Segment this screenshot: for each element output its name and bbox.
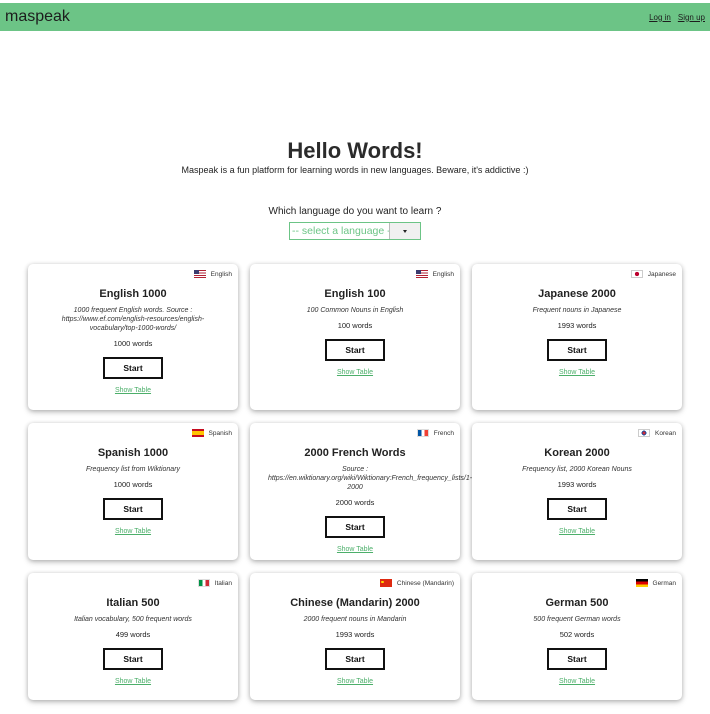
france-flag-icon — [416, 429, 429, 437]
start-button[interactable]: Start — [103, 648, 163, 670]
card-description: Italian vocabulary, 500 frequent words — [74, 616, 192, 623]
card-description: 1000 frequent English words. Source : ht… — [61, 307, 205, 332]
show-table-link[interactable]: Show Table — [559, 528, 595, 535]
card-language: Japanese — [630, 270, 676, 278]
card-description: Source : https://en.wiktionary.org/wiki/… — [268, 466, 473, 491]
germany-flag-icon — [635, 579, 648, 587]
card-word-count: 1993 words — [335, 630, 375, 639]
deck-card-korean-2000: Korean Korean 2000 Frequency list, 2000 … — [472, 423, 682, 560]
chevron-down-icon — [403, 229, 407, 233]
card-description: Frequency list from Wiktionary — [85, 466, 181, 473]
card-title: Chinese (Mandarin) 2000 — [290, 597, 420, 609]
card-word-count: 1000 words — [113, 339, 153, 348]
card-language-label: English — [432, 270, 454, 278]
card-word-count: 2000 words — [335, 498, 375, 507]
show-table-link[interactable]: Show Table — [559, 369, 595, 376]
card-description: 100 Common Nouns in English — [306, 307, 404, 314]
deck-card-german-500: German German 500 500 frequent German wo… — [472, 573, 682, 700]
signup-link[interactable]: Sign up — [678, 13, 705, 22]
card-language: Spanish — [191, 429, 233, 437]
start-button[interactable]: Start — [547, 648, 607, 670]
card-word-count: 1993 words — [557, 480, 597, 489]
nav-links: Log in Sign up — [649, 13, 705, 22]
card-word-count: 499 words — [115, 630, 151, 639]
japan-flag-icon — [630, 270, 643, 278]
card-description: 500 frequent German words — [533, 616, 621, 623]
show-table-link[interactable]: Show Table — [337, 369, 373, 376]
deck-card-italian-500: Italian Italian 500 Italian vocabulary, … — [28, 573, 238, 700]
page-title: Hello Words! — [287, 138, 423, 163]
card-language-label: Spanish — [208, 429, 233, 437]
card-language-label: Italian — [214, 579, 232, 587]
show-table-link[interactable]: Show Table — [115, 528, 151, 535]
card-word-count: 1000 words — [113, 480, 153, 489]
card-title: English 100 — [324, 288, 386, 300]
start-button[interactable]: Start — [325, 516, 385, 538]
card-word-count: 502 words — [559, 630, 595, 639]
card-description: Frequent nouns in Japanese — [532, 307, 622, 314]
card-description: Frequency list, 2000 Korean Nouns — [522, 466, 632, 473]
deck-card-english-1000: English English 1000 1000 frequent Engli… — [28, 264, 238, 410]
korea-flag-icon — [638, 429, 651, 437]
card-title: Spanish 1000 — [97, 447, 169, 459]
start-button[interactable]: Start — [325, 648, 385, 670]
card-language: Korean — [638, 429, 676, 437]
start-button[interactable]: Start — [547, 339, 607, 361]
card-language-label: English — [210, 270, 232, 278]
show-table-link[interactable]: Show Table — [337, 546, 373, 553]
page-subtitle: Maspeak is a fun platform for learning w… — [181, 165, 529, 175]
card-word-count: 1993 words — [557, 321, 597, 330]
spain-flag-icon — [191, 429, 204, 437]
start-button[interactable]: Start — [325, 339, 385, 361]
italy-flag-icon — [197, 579, 210, 587]
card-title: German 500 — [545, 597, 609, 609]
card-description: 2000 frequent nouns in Mandarin — [303, 616, 407, 623]
card-language-label: Japanese — [647, 270, 676, 278]
card-language: English — [193, 270, 232, 278]
show-table-link[interactable]: Show Table — [115, 387, 151, 394]
card-language-label: German — [652, 579, 676, 587]
show-table-link[interactable]: Show Table — [115, 678, 151, 685]
card-language: Chinese (Mandarin) — [379, 579, 454, 587]
card-title: Italian 500 — [106, 597, 160, 609]
show-table-link[interactable]: Show Table — [337, 678, 373, 685]
us-flag-icon — [193, 270, 206, 278]
start-button[interactable]: Start — [103, 357, 163, 379]
deck-card-chinese-2000: Chinese (Mandarin) Chinese (Mandarin) 20… — [250, 573, 460, 700]
language-select[interactable]: -- select a language -- — [289, 222, 421, 240]
login-link[interactable]: Log in — [649, 13, 671, 22]
card-language-label: Chinese (Mandarin) — [396, 579, 454, 587]
card-word-count: 100 words — [337, 321, 373, 330]
card-language: French — [416, 429, 454, 437]
start-button[interactable]: Start — [103, 498, 163, 520]
deck-card-japanese-2000: Japanese Japanese 2000 Frequent nouns in… — [472, 264, 682, 410]
language-select-value: -- select a language -- — [292, 225, 389, 237]
show-table-link[interactable]: Show Table — [559, 678, 595, 685]
card-title: Japanese 2000 — [538, 288, 616, 300]
card-title: Korean 2000 — [544, 447, 610, 459]
navbar: maspeak Log in Sign up — [0, 3, 710, 31]
card-language: English — [415, 270, 454, 278]
card-title: 2000 French Words — [304, 447, 406, 459]
card-language-label: Korean — [655, 429, 676, 437]
deck-card-french-2000: French 2000 French Words Source : https:… — [250, 423, 473, 560]
dropdown-button[interactable] — [389, 223, 420, 239]
language-question: Which language do you want to learn ? — [268, 206, 442, 217]
deck-card-spanish-1000: Spanish Spanish 1000 Frequency list from… — [28, 423, 238, 560]
card-language: Italian — [197, 579, 232, 587]
deck-card-english-100: English English 100 100 Common Nouns in … — [250, 264, 460, 410]
china-flag-icon — [379, 579, 392, 587]
start-button[interactable]: Start — [547, 498, 607, 520]
card-language-label: French — [433, 429, 454, 437]
brand-logo[interactable]: maspeak — [5, 8, 70, 26]
card-language: German — [635, 579, 676, 587]
us-flag-icon — [415, 270, 428, 278]
card-title: English 1000 — [99, 288, 167, 300]
